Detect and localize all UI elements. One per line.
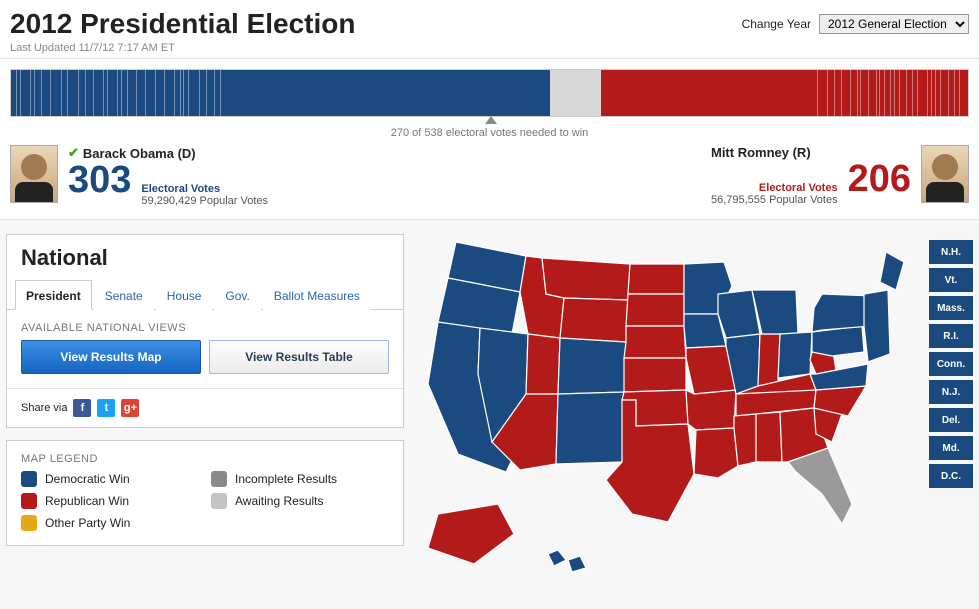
tab-president[interactable]: President — [15, 280, 92, 310]
year-select[interactable]: 2012 General Election — [819, 14, 969, 34]
share-label: Share via — [21, 402, 67, 414]
state-la[interactable] — [694, 428, 738, 478]
tab-senate[interactable]: Senate — [94, 280, 154, 310]
rep-ev-count: 206 — [848, 160, 911, 198]
change-year-label: Change Year — [742, 17, 811, 31]
legend-item: Republican Win — [21, 493, 199, 509]
available-views-label: AVAILABLE NATIONAL VIEWS — [7, 310, 403, 340]
panel-heading: National — [21, 245, 389, 271]
legend-swatch — [21, 515, 37, 531]
state-co[interactable] — [558, 338, 626, 394]
state-hi2[interactable] — [568, 556, 586, 572]
state-ut[interactable] — [526, 334, 560, 394]
state-me[interactable] — [880, 252, 904, 290]
legend-swatch — [211, 471, 227, 487]
legend-label: Other Party Win — [45, 516, 130, 530]
state-box-del[interactable]: Del. — [929, 408, 973, 432]
rep-ev-label: Electoral Votes — [759, 182, 838, 194]
view-table-button[interactable]: View Results Table — [209, 340, 389, 374]
state-box-nh[interactable]: N.H. — [929, 240, 973, 264]
dem-ev-count: 303 — [68, 161, 131, 199]
state-mt[interactable] — [542, 258, 630, 300]
legend-label: Incomplete Results — [235, 472, 337, 486]
state-box-conn[interactable]: Conn. — [929, 352, 973, 376]
view-map-button[interactable]: View Results Map — [21, 340, 201, 374]
legend-item: Democratic Win — [21, 471, 199, 487]
us-map[interactable] — [418, 234, 918, 594]
state-al[interactable] — [756, 412, 782, 462]
rep-name: Mitt Romney (R) — [711, 145, 811, 160]
dem-portrait — [10, 145, 58, 203]
legend-swatch — [21, 471, 37, 487]
state-ar[interactable] — [686, 390, 736, 430]
dem-ev-label: Electoral Votes — [141, 183, 268, 195]
state-hi[interactable] — [548, 550, 566, 566]
tab-house[interactable]: House — [156, 280, 213, 310]
legend-label: Democratic Win — [45, 472, 130, 486]
twitter-icon[interactable]: t — [97, 399, 115, 417]
tab-gov-[interactable]: Gov. — [214, 280, 260, 310]
legend-item: Incomplete Results — [211, 471, 389, 487]
state-box-nj[interactable]: N.J. — [929, 380, 973, 404]
last-updated: Last Updated 11/7/12 7:17 AM ET — [10, 42, 356, 54]
needed-to-win: 270 of 538 electoral votes needed to win — [10, 127, 969, 139]
state-sd[interactable] — [626, 294, 684, 326]
state-nd[interactable] — [628, 264, 684, 294]
state-box-dc[interactable]: D.C. — [929, 464, 973, 488]
state-ms[interactable] — [734, 414, 756, 466]
legend-label: Awaiting Results — [235, 494, 324, 508]
needle-icon — [485, 116, 497, 124]
googleplus-icon[interactable]: g+ — [121, 399, 139, 417]
tab-ballot-measures[interactable]: Ballot Measures — [263, 280, 371, 310]
facebook-icon[interactable]: f — [73, 399, 91, 417]
state-box-ri[interactable]: R.I. — [929, 324, 973, 348]
legend-item: Other Party Win — [21, 515, 199, 531]
state-in[interactable] — [758, 334, 780, 386]
state-box-vt[interactable]: Vt. — [929, 268, 973, 292]
state-ak[interactable] — [428, 504, 514, 564]
legend-swatch — [21, 493, 37, 509]
state-box-md[interactable]: Md. — [929, 436, 973, 460]
state-vt-nh-ma-ct-ri-nj-de-md[interactable] — [864, 290, 890, 362]
legend-swatch — [211, 493, 227, 509]
rep-popular: 56,795,555 Popular Votes — [711, 194, 838, 206]
state-nm[interactable] — [556, 392, 624, 464]
page-title: 2012 Presidential Election — [10, 8, 356, 40]
state-box-mass[interactable]: Mass. — [929, 296, 973, 320]
dem-popular: 59,290,429 Popular Votes — [141, 195, 268, 207]
state-fl[interactable] — [788, 448, 852, 524]
electoral-bar — [10, 69, 969, 117]
state-ne[interactable] — [624, 326, 686, 358]
legend-item: Awaiting Results — [211, 493, 389, 509]
state-wy[interactable] — [560, 298, 628, 342]
state-ks[interactable] — [624, 358, 686, 392]
state-oh[interactable] — [778, 332, 812, 378]
legend-label: Republican Win — [45, 494, 129, 508]
rep-portrait — [921, 145, 969, 203]
legend-title: MAP LEGEND — [7, 441, 403, 471]
